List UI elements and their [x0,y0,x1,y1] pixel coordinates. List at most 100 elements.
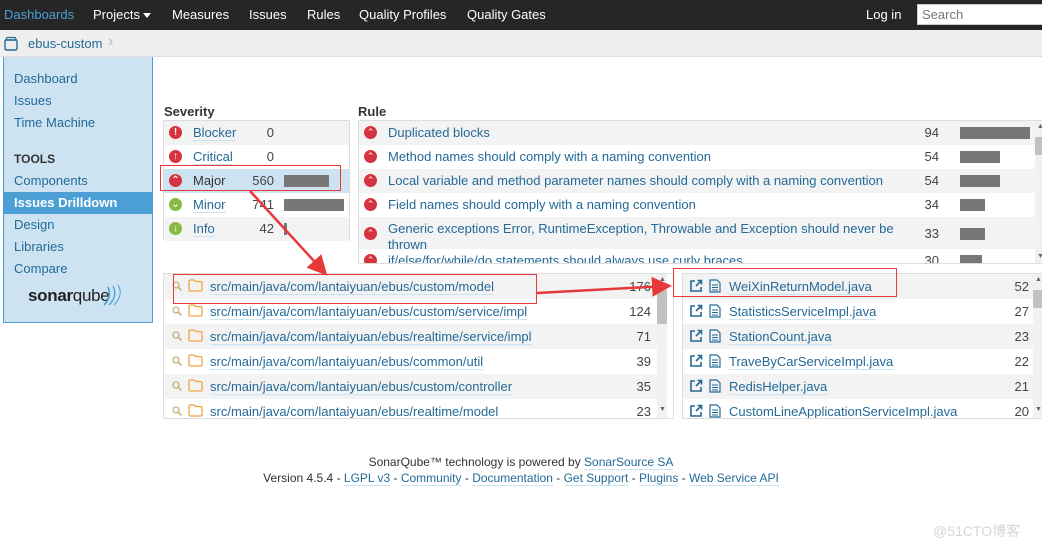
footer-link[interactable]: LGPL v3 [343,471,391,486]
file-row[interactable]: StationCount.java 23 [683,324,1033,349]
rule-name[interactable]: Duplicated blocks [388,125,908,141]
file-count: 23 [1014,329,1029,344]
footer-link[interactable]: Community [400,471,462,486]
zoom-icon[interactable] [172,406,182,416]
file-row[interactable]: RedisHelper.java 21 [683,374,1033,399]
directory-path[interactable]: src/main/java/com/lantaiyuan/ebus/realti… [210,329,532,345]
sidebar-item-compare[interactable]: Compare [4,258,152,280]
sidebar-item-time-machine[interactable]: Time Machine [4,112,152,134]
zoom-icon[interactable] [172,306,182,316]
rule-name[interactable]: Generic exceptions Error, RuntimeExcepti… [388,221,908,253]
blocker-icon: ! [169,126,182,139]
file-name[interactable]: RedisHelper.java [729,379,828,395]
rule-row[interactable]: ⌃ Local variable and method parameter nam… [359,169,1035,193]
zoom-icon[interactable] [172,281,182,291]
sidebar-item-issues-drilldown[interactable]: Issues Drilldown [4,192,152,214]
scroll-down-icon[interactable]: ▼ [659,406,666,413]
scroll-down-icon[interactable]: ▼ [1035,406,1042,413]
zoom-icon[interactable] [172,356,182,366]
directory-path[interactable]: src/main/java/com/lantaiyuan/ebus/custom… [210,279,494,295]
footer-separator: - [390,471,401,485]
breadcrumb-project[interactable]: ebus-custom [28,36,102,51]
sidebar-item-dashboard[interactable]: Dashboard [4,68,152,90]
sidebar-item-issues[interactable]: Issues [4,90,152,112]
open-external-icon[interactable] [689,379,703,393]
severity-name[interactable]: Blocker [193,125,237,141]
severity-name[interactable]: Major [193,173,226,188]
nav-quality-gates[interactable]: Quality Gates [467,7,546,22]
directory-path[interactable]: src/main/java/com/lantaiyuan/ebus/common… [210,354,484,370]
file-row[interactable]: CustomLineApplicationServiceImpl.java 20 [683,399,1033,418]
directory-path[interactable]: src/main/java/com/lantaiyuan/ebus/realti… [210,404,498,418]
login-link[interactable]: Log in [866,7,901,22]
scroll-up-icon[interactable]: ▲ [1035,276,1042,283]
zoom-icon[interactable] [172,381,182,391]
file-row[interactable]: WeiXinReturnModel.java 52 [683,274,1033,299]
footer-link[interactable]: Documentation [472,471,553,486]
major-icon: ⌃ [364,227,377,240]
file-row[interactable]: TraveByCarServiceImpl.java 22 [683,349,1033,374]
footer-link[interactable]: Plugins [638,471,679,486]
directory-row[interactable]: src/main/java/com/lantaiyuan/ebus/custom… [164,299,657,324]
sidebar-item-design[interactable]: Design [4,214,152,236]
severity-name[interactable]: Minor [193,197,226,213]
file-name[interactable]: StationCount.java [729,329,832,345]
directory-path[interactable]: src/main/java/com/lantaiyuan/ebus/custom… [210,304,528,320]
scroll-up-icon[interactable]: ▲ [659,276,666,283]
directory-row[interactable]: src/main/java/com/lantaiyuan/ebus/realti… [164,399,657,418]
nav-issues[interactable]: Issues [249,7,287,22]
open-external-icon[interactable] [689,279,703,293]
file-name[interactable]: WeiXinReturnModel.java [729,279,872,295]
severity-row-blocker[interactable]: ! Blocker 0 [164,121,349,145]
open-external-icon[interactable] [689,329,703,343]
file-name[interactable]: StatisticsServiceImpl.java [729,304,877,320]
footer-link[interactable]: Web Service API [689,471,779,486]
sonarsource-link[interactable]: SonarSource SA [584,455,674,470]
scrollbar-thumb[interactable] [657,290,667,324]
footer-link[interactable]: Get Support [563,471,629,486]
zoom-icon[interactable] [172,331,182,341]
rule-name[interactable]: Local variable and method parameter name… [388,173,908,189]
scroll-down-icon[interactable]: ▼ [1037,253,1042,260]
rule-row[interactable]: ⌃ Generic exceptions Error, RuntimeExcept… [359,217,1035,252]
nav-projects[interactable]: Projects [93,7,151,22]
directory-path[interactable]: src/main/java/com/lantaiyuan/ebus/custom… [210,379,513,395]
sidebar-item-components[interactable]: Components [4,170,152,192]
severity-row-minor[interactable]: ⌄ Minor 741 [164,193,349,217]
scrollbar-thumb[interactable] [1033,290,1042,308]
severity-row-info[interactable]: ↓ Info 42 [164,217,349,241]
rule-row[interactable]: ⌃ Duplicated blocks 94 [359,121,1035,145]
file-count: 52 [1014,279,1029,294]
severity-name[interactable]: Critical [193,149,233,165]
sidebar-item-libraries[interactable]: Libraries [4,236,152,258]
file-name[interactable]: CustomLineApplicationServiceImpl.java [729,404,957,418]
severity-row-critical[interactable]: ↑ Critical 0 [164,145,349,169]
logo-text-bold: sonar [28,286,73,305]
severity-row-major[interactable]: ⌃ Major 560 [164,169,349,193]
directory-list-scrollbar[interactable]: ▲ ▼ [657,274,667,418]
rule-list-scrollbar[interactable]: ▲ ▼ [1035,121,1042,263]
directory-row[interactable]: src/main/java/com/lantaiyuan/ebus/custom… [164,274,657,299]
directory-row[interactable]: src/main/java/com/lantaiyuan/ebus/common… [164,349,657,374]
rule-name[interactable]: Field names should comply with a naming … [388,197,908,213]
rule-name[interactable]: Method names should comply with a naming… [388,149,908,165]
file-list-scrollbar[interactable]: ▲ ▼ [1033,274,1042,418]
nav-measures[interactable]: Measures [172,7,229,22]
rule-name[interactable]: if/else/for/while/do statements should a… [388,253,908,263]
directory-row[interactable]: src/main/java/com/lantaiyuan/ebus/realti… [164,324,657,349]
rule-row[interactable]: ⌃ Field names should comply with a naming… [359,193,1035,217]
directory-row[interactable]: src/main/java/com/lantaiyuan/ebus/custom… [164,374,657,399]
open-external-icon[interactable] [689,404,703,418]
nav-rules[interactable]: Rules [307,7,340,22]
severity-name[interactable]: Info [193,221,215,237]
scrollbar-thumb[interactable] [1035,137,1042,155]
open-external-icon[interactable] [689,304,703,318]
open-external-icon[interactable] [689,354,703,368]
scroll-up-icon[interactable]: ▲ [1037,123,1042,130]
nav-quality-profiles[interactable]: Quality Profiles [359,7,446,22]
file-name[interactable]: TraveByCarServiceImpl.java [729,354,894,370]
search-input[interactable] [917,4,1042,25]
rule-row[interactable]: ⌃ Method names should comply with a namin… [359,145,1035,169]
file-row[interactable]: StatisticsServiceImpl.java 27 [683,299,1033,324]
nav-dashboards[interactable]: Dashboards [4,7,74,22]
